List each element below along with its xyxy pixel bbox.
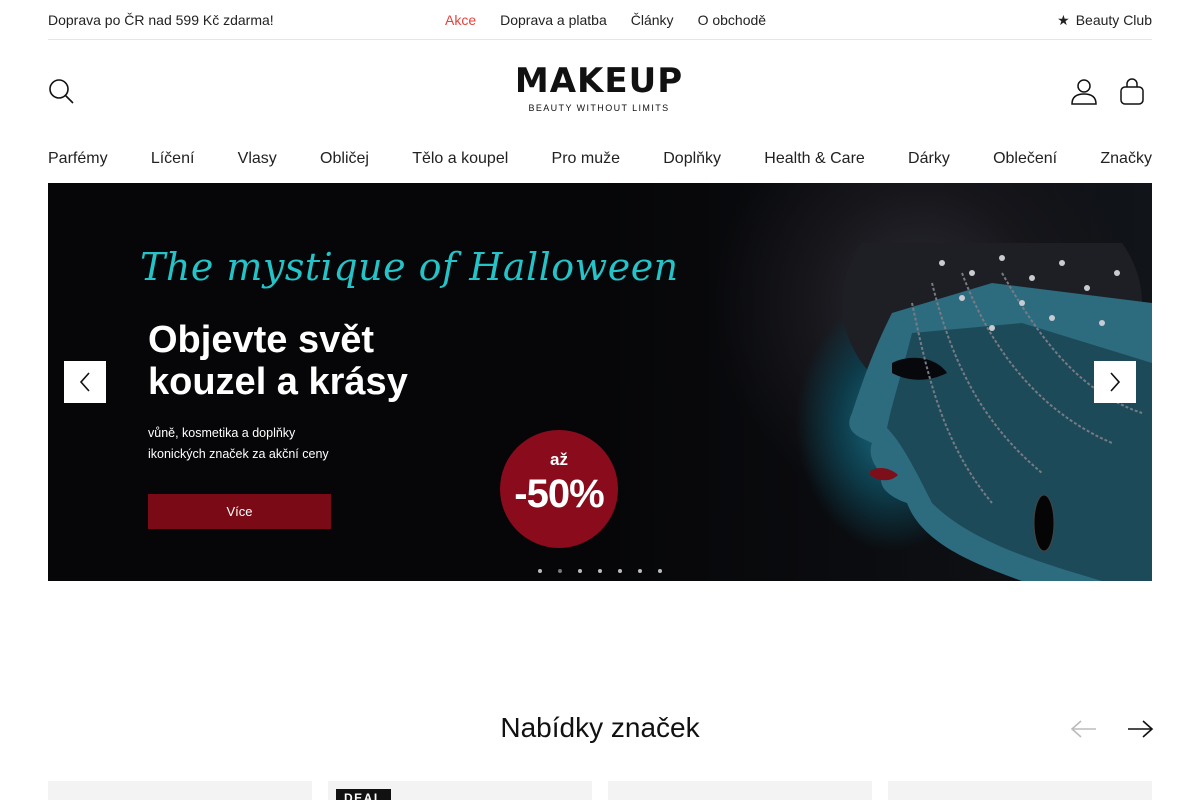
nav-item-liceni[interactable]: Líčení — [151, 150, 195, 174]
slider-dot[interactable] — [658, 569, 662, 573]
brand-offer-card[interactable]: DEAL — [328, 781, 592, 800]
discount-badge-value: -50% — [514, 472, 604, 516]
brand-offer-card[interactable] — [48, 781, 312, 800]
nav-item-oblicej[interactable]: Obličej — [320, 150, 369, 174]
nav-item-telo-a-koupel[interactable]: Tělo a koupel — [412, 150, 508, 174]
hero-image — [592, 183, 1152, 581]
brand-offers-title: Nabídky značek — [500, 712, 700, 743]
hero-subtitle: vůně, kosmetika a doplňky ikonických zna… — [148, 423, 329, 465]
hero-script-title: The mystique of Halloween — [140, 245, 679, 289]
nav-item-znacky[interactable]: Značky — [1100, 150, 1152, 174]
site-logo[interactable]: MAKEUP BEAUTY WITHOUT LIMITS — [501, 64, 697, 113]
hero-headline-line-2: kouzel a krásy — [148, 361, 408, 403]
cart-button[interactable] — [1118, 78, 1146, 106]
slider-dots — [538, 569, 662, 573]
discount-badge: až -50% — [500, 430, 618, 548]
deal-badge: DEAL — [336, 789, 391, 800]
brand-offers-next-button[interactable] — [1126, 718, 1154, 740]
slider-dot-active[interactable] — [558, 569, 562, 573]
hero-subtitle-line-2: ikonických značek za akční ceny — [148, 447, 329, 461]
slider-dot[interactable] — [538, 569, 542, 573]
arrow-right-icon — [1128, 720, 1154, 738]
search-icon — [49, 79, 74, 104]
star-icon: ★ — [1057, 12, 1070, 28]
slider-dot[interactable] — [578, 569, 582, 573]
search-button[interactable] — [48, 78, 76, 106]
top-link-akce[interactable]: Akce — [445, 12, 476, 28]
top-link-clanky[interactable]: Články — [631, 12, 674, 28]
hero-banner[interactable]: The mystique of Halloween Objevte svět k… — [48, 183, 1152, 581]
nav-item-vlasy[interactable]: Vlasy — [238, 150, 277, 174]
site-header: MAKEUP BEAUTY WITHOUT LIMITS — [48, 40, 1152, 140]
slider-next-button[interactable] — [1094, 361, 1136, 403]
chevron-right-icon — [1110, 372, 1121, 392]
chevron-left-icon — [79, 372, 90, 392]
nav-item-darky[interactable]: Dárky — [908, 150, 950, 174]
model-portrait-illustration — [842, 243, 1152, 581]
brand-offer-card[interactable] — [888, 781, 1152, 800]
hero-subtitle-line-1: vůně, kosmetika a doplňky — [148, 426, 296, 440]
beauty-club-link[interactable]: ★ Beauty Club — [1057, 12, 1152, 29]
discount-badge-prefix: až — [550, 450, 568, 469]
top-bar: Doprava po ČR nad 599 Kč zdarma! Akce Do… — [48, 0, 1152, 40]
logo-tagline: BEAUTY WITHOUT LIMITS — [528, 103, 670, 113]
slider-dot[interactable] — [598, 569, 602, 573]
beauty-club-label: Beauty Club — [1075, 12, 1152, 28]
brand-offers-prev-button[interactable] — [1070, 718, 1098, 740]
account-button[interactable] — [1070, 78, 1098, 106]
brand-offer-cards: DEAL — [48, 781, 1152, 800]
nav-item-parfemy[interactable]: Parfémy — [48, 150, 108, 174]
slider-dot[interactable] — [638, 569, 642, 573]
nav-item-pro-muze[interactable]: Pro muže — [552, 150, 620, 174]
nav-item-health-care[interactable]: Health & Care — [764, 150, 865, 174]
hero-more-button[interactable]: Více — [148, 494, 331, 529]
logo-wordmark: MAKEUP — [514, 61, 684, 101]
shipping-promo: Doprava po ČR nad 599 Kč zdarma! — [48, 12, 274, 28]
brand-offer-card[interactable] — [608, 781, 872, 800]
top-links: Akce Doprava a platba Články O obchodě — [445, 12, 766, 28]
user-icon — [1071, 79, 1097, 105]
nav-item-obleceni[interactable]: Oblečení — [993, 150, 1057, 174]
arrow-left-icon — [1070, 720, 1096, 738]
shopping-bag-icon — [1120, 78, 1144, 105]
hero-headline-line-1: Objevte svět — [148, 319, 374, 361]
slider-prev-button[interactable] — [64, 361, 106, 403]
slider-dot[interactable] — [618, 569, 622, 573]
top-link-o-obchode[interactable]: O obchodě — [698, 12, 767, 28]
main-navigation: Parfémy Líčení Vlasy Obličej Tělo a koup… — [48, 150, 1152, 174]
hero-headline: Objevte svět kouzel a krásy — [148, 319, 408, 403]
nav-item-doplnky[interactable]: Doplňky — [663, 150, 721, 174]
top-link-doprava[interactable]: Doprava a platba — [500, 12, 607, 28]
